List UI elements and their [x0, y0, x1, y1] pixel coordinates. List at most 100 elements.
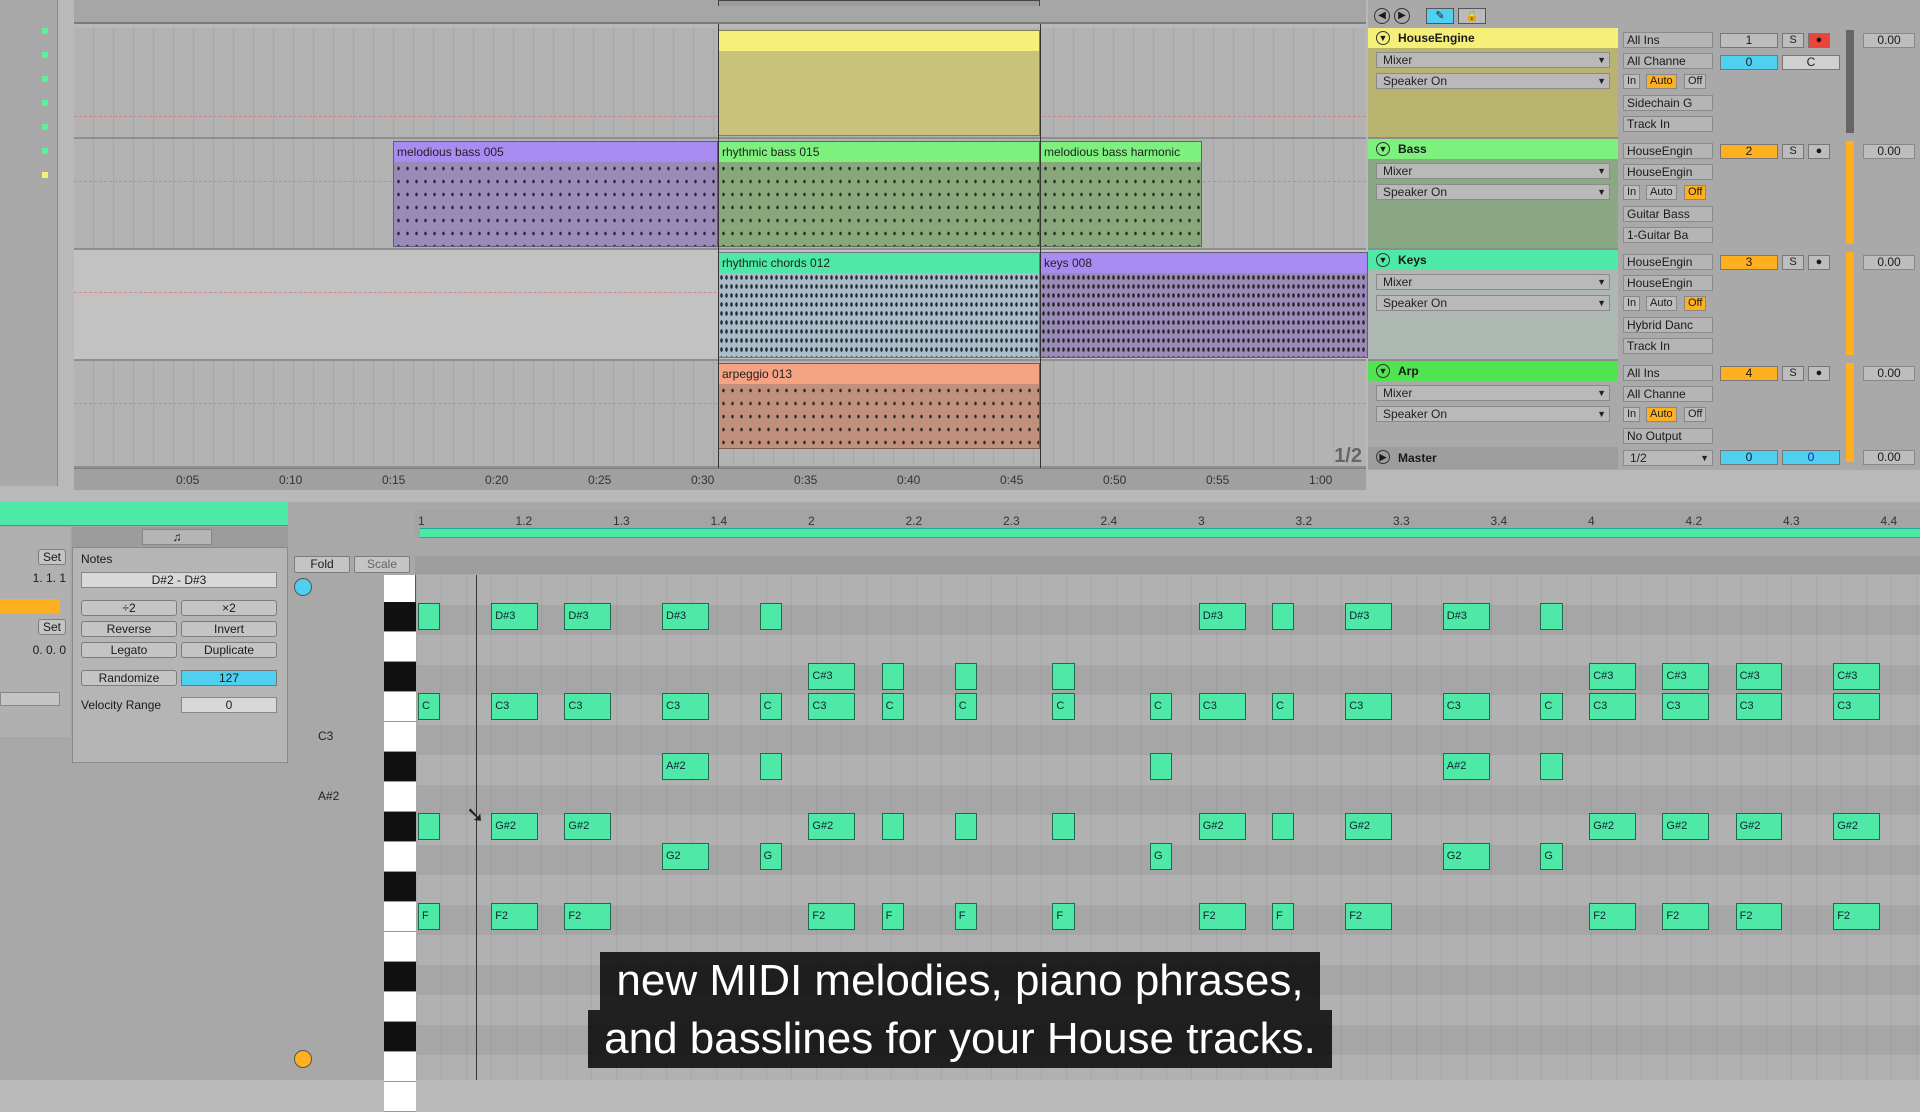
output-select[interactable]: Speaker On [1376, 295, 1610, 311]
track-number[interactable]: 4 [1720, 366, 1778, 381]
midi-note[interactable]: F2 [1198, 903, 1246, 930]
midi-note[interactable] [1540, 603, 1563, 630]
duplicate-button[interactable]: Duplicate [181, 642, 277, 658]
routing-select[interactable]: Track In [1623, 338, 1713, 354]
midi-note[interactable]: G2 [662, 843, 709, 870]
clip-houseengine[interactable] [718, 30, 1040, 136]
monitor-in-button[interactable]: In [1623, 296, 1641, 311]
quantize-select[interactable]: 1/2 [1623, 450, 1713, 466]
piano-key[interactable] [384, 662, 416, 692]
midi-note[interactable]: C [954, 693, 978, 720]
midi-note[interactable]: A#2 [662, 753, 709, 780]
monitor-auto-button[interactable]: Auto [1646, 296, 1677, 311]
monitor-in-button[interactable]: In [1623, 407, 1641, 422]
note-range[interactable]: D#2 - D#3 [81, 572, 277, 588]
master-track[interactable]: ▶ Master [1368, 447, 1618, 469]
time-ruler[interactable]: 0:05 0:10 0:15 0:20 0:25 0:30 0:35 0:40 0:45 0:50… [74, 468, 1366, 490]
reverse-button[interactable]: Reverse [81, 621, 177, 637]
track-header[interactable]: ▼ HouseEngine [1368, 28, 1618, 48]
monitor-select[interactable]: Mixer [1376, 385, 1610, 401]
midi-note[interactable]: C#3 [1662, 663, 1710, 690]
midi-note[interactable]: D#3 [1198, 603, 1246, 630]
midi-note[interactable] [881, 663, 904, 690]
solo-button[interactable]: S [1782, 33, 1804, 48]
midi-note[interactable]: C#3 [1833, 663, 1880, 690]
midi-note[interactable]: G2 [1442, 843, 1490, 870]
volume-value[interactable]: 0.00 [1863, 366, 1915, 381]
midi-note[interactable]: F [954, 903, 978, 930]
midi-note[interactable]: F [1052, 903, 1075, 930]
arm-icon[interactable]: ● [1808, 255, 1830, 270]
monitor-auto-button[interactable]: Auto [1646, 407, 1677, 422]
input-channel-select[interactable]: All Channe [1623, 53, 1713, 69]
midi-note[interactable]: C3 [1589, 693, 1636, 720]
input-channel-select[interactable]: All Channe [1623, 386, 1713, 402]
midi-note[interactable]: C [418, 693, 441, 720]
midi-note[interactable] [954, 813, 978, 840]
midi-note[interactable] [1540, 753, 1563, 780]
loop-toggle[interactable] [0, 599, 60, 613]
midi-note[interactable]: C3 [1735, 693, 1783, 720]
midi-note[interactable] [1272, 603, 1295, 630]
track-header[interactable]: ▼ Arp [1368, 361, 1618, 381]
loop-brace[interactable] [718, 0, 1040, 6]
midi-note[interactable]: D#3 [564, 603, 612, 630]
clip-keys-008[interactable]: keys 008 [1040, 252, 1368, 358]
midi-note[interactable] [418, 603, 441, 630]
legato-button[interactable]: Legato [81, 642, 177, 658]
routing-select[interactable]: Guitar Bass [1623, 206, 1713, 222]
midi-note[interactable]: C [759, 693, 782, 720]
input-channel-select[interactable]: HouseEngin [1623, 275, 1713, 291]
midi-note[interactable] [1272, 813, 1295, 840]
midi-note[interactable]: F2 [1589, 903, 1636, 930]
track-bass[interactable]: ▼ Bass Mixer Speaker On [1368, 139, 1618, 250]
velocity-range-value[interactable]: 0 [181, 697, 277, 713]
headphones-icon[interactable] [294, 578, 312, 596]
lane-bass[interactable]: melodious bass 005 rhythmic bass 015 mel… [74, 139, 1366, 250]
arm-icon[interactable]: ● [1808, 144, 1830, 159]
midi-note[interactable]: D#3 [1442, 603, 1490, 630]
routing-select[interactable]: Hybrid Danc [1623, 317, 1713, 333]
input-type-select[interactable]: HouseEngin [1623, 254, 1713, 270]
midi-note[interactable]: F [1272, 903, 1295, 930]
volume-value[interactable]: 0.00 [1863, 144, 1915, 159]
invert-button[interactable]: Invert [181, 621, 277, 637]
midi-note[interactable]: C3 [491, 693, 538, 720]
fold-icon[interactable]: ▼ [1376, 253, 1390, 267]
midi-note[interactable]: F2 [808, 903, 856, 930]
midi-note[interactable]: D#3 [491, 603, 538, 630]
track-keys[interactable]: ▼ Keys Mixer Speaker On [1368, 250, 1618, 361]
midi-note[interactable]: G#2 [1589, 813, 1636, 840]
midi-note[interactable]: C [1540, 693, 1563, 720]
monitor-in-button[interactable]: In [1623, 185, 1641, 200]
fold-icon[interactable]: ▼ [1376, 142, 1390, 156]
piano-key[interactable] [384, 752, 416, 782]
midi-note[interactable] [1052, 813, 1075, 840]
midi-note[interactable]: C3 [1442, 693, 1490, 720]
fold-icon[interactable]: ▼ [1376, 364, 1390, 378]
piano-key[interactable] [384, 1082, 416, 1112]
midi-note[interactable]: F2 [1345, 903, 1392, 930]
back-icon[interactable]: ◀ [1374, 8, 1390, 24]
lane-keys[interactable]: rhythmic chords 012 keys 008 [74, 250, 1368, 361]
input-channel-select[interactable]: HouseEngin [1623, 164, 1713, 180]
master-pan[interactable]: 0 [1782, 450, 1840, 465]
piano-key[interactable] [384, 692, 416, 722]
routing-select[interactable]: No Output [1623, 428, 1713, 444]
clip-rhythmic-chords-012[interactable]: rhythmic chords 012 [718, 252, 1040, 358]
loop-bar[interactable] [420, 528, 1920, 538]
track-houseengine[interactable]: ▼ HouseEngine Mixer Speaker On [1368, 28, 1618, 139]
midi-note[interactable]: F2 [1833, 903, 1880, 930]
monitor-off-button[interactable]: Off [1684, 74, 1707, 89]
routing-select[interactable]: Sidechain G [1623, 95, 1713, 111]
midi-note[interactable]: G [1150, 843, 1173, 870]
monitor-auto-button[interactable]: Auto [1646, 185, 1677, 200]
piano-key[interactable] [384, 722, 416, 752]
midi-note[interactable] [759, 603, 782, 630]
midi-note[interactable] [954, 663, 978, 690]
forward-icon[interactable]: ▶ [1394, 8, 1410, 24]
input-type-select[interactable]: All Ins [1623, 32, 1713, 48]
clip-melodious-bass-harmonic[interactable]: melodious bass harmonic [1040, 141, 1202, 247]
piano-key[interactable] [384, 632, 416, 662]
play-icon[interactable]: ▶ [1376, 450, 1390, 464]
